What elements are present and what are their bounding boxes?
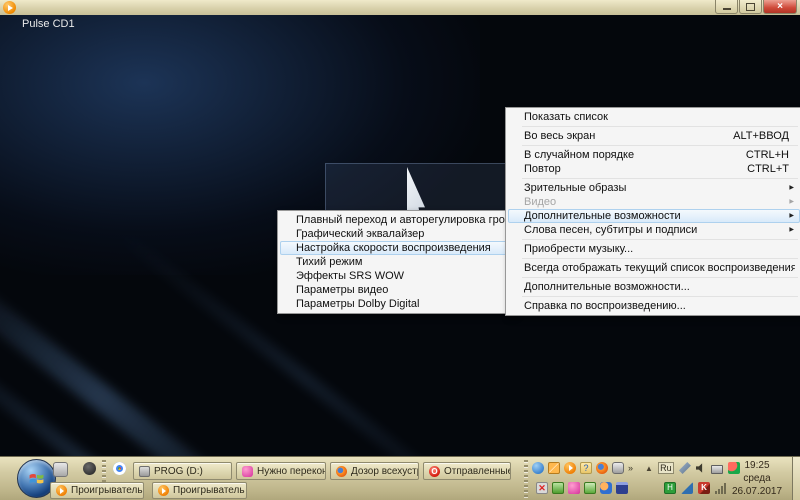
menu-separator bbox=[522, 126, 798, 127]
toolbar-folder-help-icon[interactable]: ? bbox=[580, 462, 592, 474]
taskbar-button-label: Проигрыватель Win... bbox=[71, 485, 143, 496]
toolbar-save-icon[interactable] bbox=[616, 482, 628, 494]
menu-separator bbox=[522, 178, 798, 179]
taskbar-button-label: Отправленные - О... bbox=[444, 465, 511, 477]
window-titlebar[interactable]: × bbox=[0, 0, 800, 16]
menu-item-dolby-digital[interactable]: Параметры Dolby Digital bbox=[280, 297, 512, 311]
shortcut-label: ALT+ВВОД bbox=[733, 130, 789, 142]
taskbar-button-explorer-prog[interactable]: PROG (D:) bbox=[133, 462, 232, 480]
quicklaunch-chrome-icon[interactable] bbox=[113, 462, 126, 475]
menu-item-more-options[interactable]: Дополнительные возможности... bbox=[508, 280, 800, 294]
submenu-arrow-icon: ▶ bbox=[789, 199, 794, 205]
tray-antivirus-icon[interactable]: K bbox=[698, 482, 710, 494]
menu-item-buy-music[interactable]: Приобрести музыку... bbox=[508, 242, 800, 256]
media-title: Pulse CD1 bbox=[22, 18, 75, 30]
toolbar-overflow-chevron[interactable]: » bbox=[628, 463, 633, 473]
submenu-arrow-icon: ▶ bbox=[789, 185, 794, 191]
clock-day: среда bbox=[743, 473, 771, 484]
toolbar-green-sync-icon[interactable] bbox=[552, 482, 564, 494]
language-indicator[interactable]: Ru bbox=[657, 462, 674, 474]
menu-item-video-settings[interactable]: Параметры видео bbox=[280, 283, 512, 297]
menu-item-shuffle[interactable]: В случайном порядке CTRL+H bbox=[508, 148, 800, 162]
menu-item-enhancements[interactable]: Дополнительные возможности ▶ bbox=[508, 209, 800, 223]
menu-item-play-speed[interactable]: Настройка скорости воспроизведения bbox=[280, 241, 512, 255]
tray-brush-icon[interactable] bbox=[678, 462, 691, 474]
toolbar-red-x-icon[interactable]: ✕ bbox=[536, 482, 548, 494]
network-signal-icon[interactable] bbox=[715, 482, 726, 494]
enhancements-submenu: Плавный переход и авторегулировка громко… bbox=[277, 210, 515, 314]
menu-item-srs-wow[interactable]: Эффекты SRS WOW bbox=[280, 269, 512, 283]
taskbar-button-mail-sent[interactable]: O Отправленные - О... bbox=[423, 462, 511, 480]
toolbar-ie-icon[interactable] bbox=[532, 462, 544, 474]
playback-context-menu: Показать список Во весь экран ALT+ВВОД В… bbox=[505, 107, 800, 316]
taskbar-button-converter[interactable]: Нужно переконве... bbox=[236, 462, 326, 480]
clock-time: 19:25 bbox=[744, 460, 770, 471]
toolbar-wmp-icon[interactable] bbox=[564, 462, 576, 474]
shortcut-label: CTRL+T bbox=[747, 163, 789, 175]
menu-separator bbox=[522, 277, 798, 278]
toolbar-firefox-icon[interactable] bbox=[596, 462, 608, 474]
wmp-app-icon bbox=[3, 1, 16, 14]
menu-item-visualizations[interactable]: Зрительные образы ▶ bbox=[508, 181, 800, 195]
menu-separator bbox=[522, 239, 798, 240]
tray-blue-swoosh-icon[interactable] bbox=[681, 482, 693, 494]
pink-app-icon bbox=[242, 465, 253, 477]
menu-item-video: Видео ▶ bbox=[524, 196, 794, 208]
show-hidden-icons-button[interactable]: ▲ bbox=[645, 464, 653, 473]
taskbar-button-label: Проигрыватель Win... bbox=[173, 485, 246, 496]
minimize-button[interactable] bbox=[715, 0, 738, 14]
close-button[interactable]: × bbox=[763, 0, 797, 14]
menu-item-lyrics[interactable]: Слова песен, субтитры и подписи ▶ bbox=[508, 223, 800, 237]
windows-flag-icon bbox=[29, 474, 44, 484]
menu-item-always-on-top[interactable]: Всегда отображать текущий список воспрои… bbox=[508, 261, 800, 275]
toolbar-display-icon[interactable] bbox=[612, 462, 624, 474]
menu-item-crossfading[interactable]: Плавный переход и авторегулировка громко… bbox=[280, 213, 512, 227]
toolbar-pencil-icon[interactable] bbox=[548, 462, 560, 474]
wmp-icon bbox=[56, 485, 67, 496]
taskbar-button-wmp-1[interactable]: Проигрыватель Win... bbox=[50, 482, 144, 499]
toolbar-green-app-icon[interactable] bbox=[584, 482, 596, 494]
show-desktop-button[interactable] bbox=[792, 457, 800, 500]
caption-buttons: × bbox=[715, 0, 797, 14]
quicklaunch-app-icon[interactable] bbox=[53, 462, 68, 477]
taskbar-button-wmp-2[interactable]: Проигрыватель Win... bbox=[152, 482, 247, 499]
quicklaunch-dark-app-icon[interactable] bbox=[83, 462, 96, 475]
opera-mail-icon: O bbox=[429, 465, 440, 477]
firefox-icon bbox=[336, 465, 347, 477]
desktop-screen: × Pulse CD1 Плавный переход и авторегули… bbox=[0, 0, 800, 500]
menu-item-quiet-mode[interactable]: Тихий режим bbox=[280, 255, 512, 269]
shortcut-label: CTRL+H bbox=[745, 149, 789, 161]
menu-separator bbox=[522, 145, 798, 146]
taskbar-clock[interactable]: 19:25 среда 26.07.2017 bbox=[726, 459, 788, 498]
submenu-arrow-icon: ▶ bbox=[789, 213, 794, 219]
taskbar: PROG (D:) Нужно переконве... Дозор всеху… bbox=[0, 456, 800, 500]
menu-item-show-list[interactable]: Показать список bbox=[508, 110, 800, 124]
volume-icon[interactable] bbox=[695, 463, 703, 473]
taskbar-button-label: Нужно переконве... bbox=[257, 465, 325, 477]
taskbar-button-firefox[interactable]: Дозор всехустраив... bbox=[330, 462, 419, 480]
toolbar-pink-app-icon[interactable] bbox=[568, 482, 580, 494]
printer-icon[interactable] bbox=[710, 464, 723, 474]
menu-item-repeat[interactable]: Повтор CTRL+T bbox=[508, 162, 800, 176]
menu-item-playback-help[interactable]: Справка по воспроизведению... bbox=[508, 299, 800, 313]
menu-item-equalizer[interactable]: Графический эквалайзер bbox=[280, 227, 512, 241]
submenu-arrow-icon: ▶ bbox=[789, 227, 794, 233]
restore-button[interactable] bbox=[739, 0, 762, 14]
tray-green-h-icon[interactable]: H bbox=[664, 482, 676, 494]
menu-separator bbox=[522, 296, 798, 297]
taskbar-button-label: PROG (D:) bbox=[154, 465, 203, 477]
wmp-icon bbox=[158, 485, 169, 496]
taskbar-button-label: Дозор всехустраив... bbox=[351, 465, 418, 477]
menu-item-fullscreen[interactable]: Во весь экран ALT+ВВОД bbox=[508, 129, 800, 143]
menu-separator bbox=[522, 258, 798, 259]
toolbar-blue-orange-icon[interactable] bbox=[600, 482, 612, 494]
clock-date: 26.07.2017 bbox=[731, 486, 783, 497]
toolbar-grip[interactable] bbox=[524, 460, 528, 498]
drive-icon bbox=[139, 465, 150, 477]
